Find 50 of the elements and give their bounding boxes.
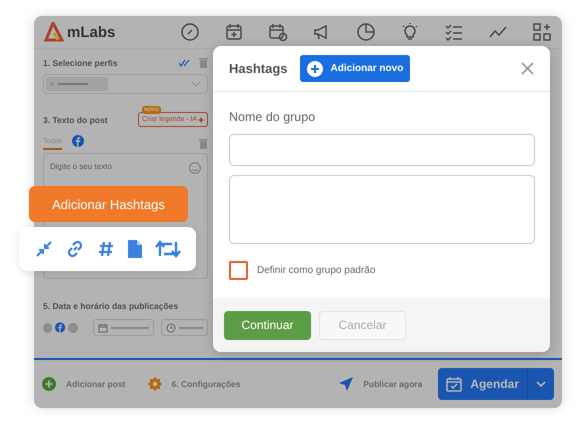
checklist-icon[interactable] (444, 22, 464, 42)
add-post-button[interactable]: Adicionar post (42, 377, 126, 391)
calendar-icon (98, 322, 108, 332)
settings-button[interactable]: 6. Configurações (148, 377, 240, 391)
repeat-icon[interactable] (154, 240, 180, 258)
schedule-button[interactable]: Agendar (438, 368, 528, 400)
checkbox-label: Definir como grupo padrão (257, 265, 376, 276)
double-check-icon[interactable] (179, 58, 191, 66)
hashtags-field[interactable] (229, 175, 535, 244)
calendar-clock-icon[interactable] (268, 22, 288, 42)
facebook-icon[interactable] (55, 322, 66, 333)
gear-icon (148, 377, 162, 391)
checkbox[interactable] (229, 261, 248, 280)
tooltip: Adicionar Hashtags (29, 186, 188, 222)
paper-plane-icon (339, 377, 354, 391)
collapse-arrows-icon[interactable] (34, 240, 52, 258)
add-new-button[interactable]: Adicionar novo (300, 55, 410, 82)
logo-text: mLabs (67, 24, 116, 40)
clock-icon (166, 322, 176, 332)
pie-chart-icon[interactable] (356, 22, 376, 42)
chevron-down-icon (191, 81, 201, 87)
field-label: Nome do grupo (229, 110, 316, 124)
publish-now-button[interactable]: Publicar agora (339, 377, 422, 391)
cancel-button[interactable]: Cancelar (319, 310, 406, 340)
profile-chip: × (46, 77, 108, 91)
grid-plus-icon[interactable] (532, 22, 552, 42)
profile-select[interactable]: × (43, 74, 208, 94)
logo-icon (44, 22, 64, 42)
group-name-field[interactable] (229, 134, 535, 166)
continue-button[interactable]: Continuar (224, 310, 311, 340)
dialog-title: Hashtags (229, 61, 288, 76)
emoji-icon[interactable] (189, 162, 201, 174)
hashtag-icon[interactable] (96, 240, 114, 258)
calendar-check-icon (446, 376, 462, 392)
date-field[interactable] (92, 319, 154, 336)
section-title: 5. Data e horário das publicações (43, 301, 180, 311)
gauge-icon[interactable] (180, 22, 200, 42)
link-icon[interactable] (66, 240, 84, 258)
sparkle-icon (198, 116, 204, 122)
plus-circle-icon (42, 377, 56, 391)
time-field[interactable] (161, 319, 208, 336)
close-icon[interactable] (521, 62, 534, 75)
section-title: 1. Selecione perfis (43, 58, 118, 68)
dropdown-button[interactable] (528, 368, 554, 400)
document-icon[interactable] (128, 240, 142, 258)
lightbulb-icon[interactable] (400, 22, 420, 42)
section-title: 3. Texto do post (43, 114, 108, 124)
chevron-down-icon (536, 381, 546, 387)
plus-circle-icon (306, 60, 323, 76)
calendar-plus-icon[interactable] (224, 22, 244, 42)
